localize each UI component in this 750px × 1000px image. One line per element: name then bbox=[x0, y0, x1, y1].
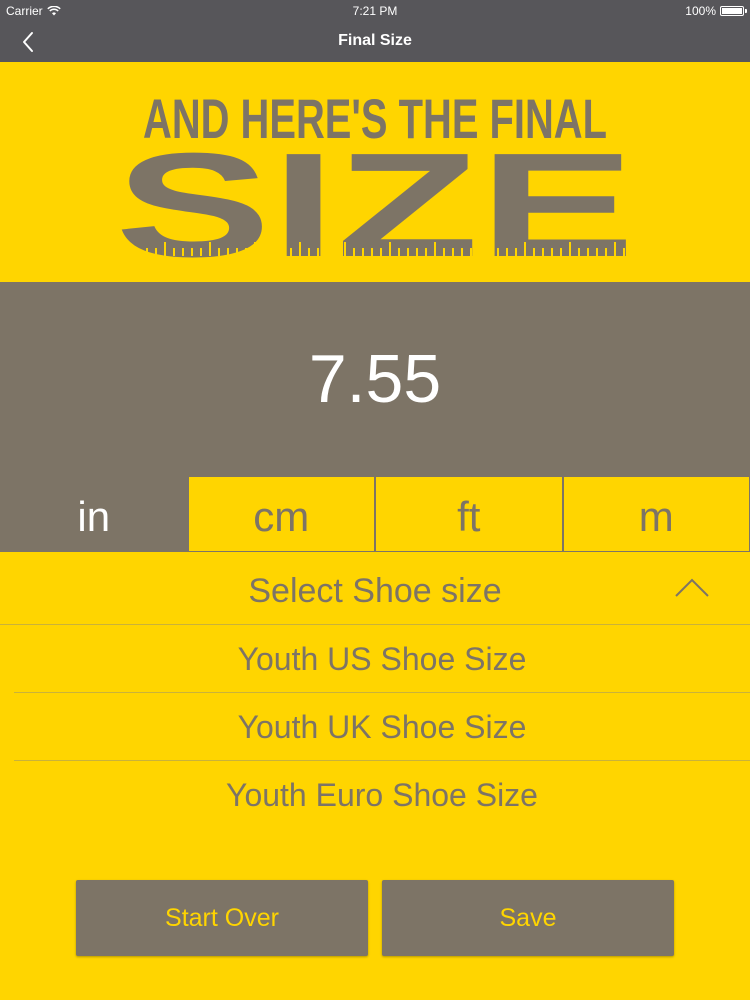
hero-graphic: AND HERE'S THE FINAL SIZE bbox=[115, 87, 635, 288]
battery-percent: 100% bbox=[685, 4, 716, 18]
battery-level bbox=[722, 8, 742, 14]
hero-banner: AND HERE'S THE FINAL SIZE bbox=[0, 62, 750, 288]
shoe-size-dropdown[interactable]: Select Shoe size bbox=[0, 552, 750, 625]
unit-tab-ft[interactable]: ft bbox=[375, 476, 563, 552]
unit-tab-cm[interactable]: cm bbox=[187, 476, 375, 552]
unit-tab-in[interactable]: in bbox=[0, 476, 188, 552]
start-over-button[interactable]: Start Over bbox=[76, 880, 368, 956]
page-title: Final Size bbox=[338, 32, 412, 49]
shoe-option-youth-uk[interactable]: Youth UK Shoe Size bbox=[14, 693, 750, 761]
chevron-up-icon[interactable] bbox=[674, 576, 710, 600]
unit-selector: in cm ft m bbox=[0, 476, 750, 552]
hero-line2: SIZE bbox=[115, 123, 635, 280]
shoe-option-youth-us[interactable]: Youth US Shoe Size bbox=[14, 625, 750, 693]
battery-info: 100% bbox=[685, 4, 747, 18]
battery-icon bbox=[720, 6, 747, 16]
shoe-size-header: Select Shoe size bbox=[248, 572, 502, 610]
shoe-option-youth-euro[interactable]: Youth Euro Shoe Size bbox=[14, 761, 750, 829]
save-button[interactable]: Save bbox=[382, 880, 674, 956]
result-panel: 7.55 bbox=[0, 282, 750, 476]
unit-tab-m[interactable]: m bbox=[562, 476, 750, 552]
final-size-value: 7.55 bbox=[308, 341, 442, 417]
navigation-bar: Final Size bbox=[0, 22, 750, 62]
status-bar: Carrier 7:21 PM 100% bbox=[0, 0, 750, 22]
status-time: 7:21 PM bbox=[352, 4, 398, 18]
